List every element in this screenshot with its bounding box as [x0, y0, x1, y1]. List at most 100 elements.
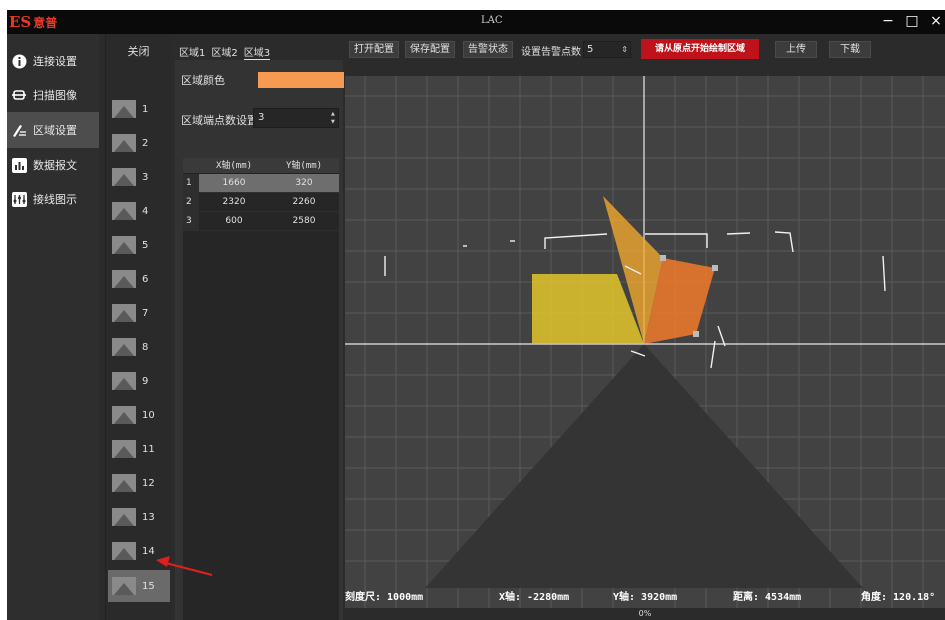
spin-up-icon[interactable]: ▲	[331, 111, 337, 117]
zone-number: 6	[142, 273, 149, 285]
column-header-y: Y轴(mm)	[285, 161, 323, 171]
zone-number: 5	[142, 239, 149, 251]
nav-item-label: 扫描图像	[33, 89, 77, 102]
row-index: 1	[183, 174, 199, 192]
zone-thumbnail	[112, 236, 136, 254]
zone-item-12[interactable]: 12	[108, 468, 170, 498]
zone-item-1[interactable]: 1	[108, 94, 170, 124]
blind-zone	[425, 344, 863, 588]
zone-thumbnail	[112, 542, 136, 560]
zone-thumbnail	[112, 372, 136, 390]
point-handle	[660, 255, 666, 261]
canvas-toolbar: 打开配置 保存配置 告警状态 设置告警点数 5 ⇕ 请从原点开始绘制区域 上传 …	[345, 34, 945, 62]
zone-thumbnail	[112, 168, 136, 186]
download-button[interactable]: 下载	[829, 41, 871, 58]
zone-item-2[interactable]: 2	[108, 128, 170, 158]
table-row[interactable]: 3 600 2580	[183, 212, 339, 231]
zone-item-11[interactable]: 11	[108, 434, 170, 464]
tab-region-1[interactable]: 区域1	[179, 44, 205, 60]
nav-item-label: 接线图示	[33, 193, 77, 206]
app-logo: ES 意普	[9, 10, 57, 34]
zone-thumbnail	[112, 202, 136, 220]
zones-close-button[interactable]: 关闭	[106, 38, 171, 66]
zone-item-15[interactable]: 15	[108, 570, 170, 602]
zone-number: 2	[142, 137, 149, 149]
zone-item-13[interactable]: 13	[108, 502, 170, 532]
minimize-button[interactable]: −	[881, 12, 895, 30]
table-header: X轴(mm) Y轴(mm)	[183, 158, 339, 174]
zone-item-10[interactable]: 10	[108, 400, 170, 430]
nav-item-connection[interactable]: 连接设置	[7, 44, 99, 78]
tab-region-2[interactable]: 区域2	[211, 44, 237, 60]
zone-thumbnail	[112, 304, 136, 322]
app-window: ES 意普 LAC − □ × 连接设置 扫描图像 区域设置 数据报文 接线图示…	[7, 10, 945, 620]
nav-item-data-message[interactable]: 数据报文	[7, 148, 99, 182]
zone-item-9[interactable]: 9	[108, 366, 170, 396]
table-corner	[183, 158, 199, 173]
zone-item-3[interactable]: 3	[108, 162, 170, 192]
zone-number: 13	[142, 511, 155, 523]
nav-item-wiring-diagram[interactable]: 接线图示	[7, 182, 99, 216]
region-points-label: 区域端点数设置	[181, 114, 258, 127]
zone-number: 1	[142, 103, 149, 115]
region-points-table: X轴(mm) Y轴(mm) 1 1660 320 2 2320 2260 3 6…	[183, 158, 339, 620]
zone-thumbnail	[112, 338, 136, 356]
spin-down-icon[interactable]: ▼	[331, 119, 337, 125]
cell-y[interactable]: 2580	[269, 212, 339, 230]
region-points-value: 3	[258, 112, 265, 123]
zone-thumbnail	[112, 474, 136, 492]
zone-item-5[interactable]: 5	[108, 230, 170, 260]
scale-readout: 刻度尺: 1000mm	[345, 592, 424, 603]
spin-arrows[interactable]: ▲ ▼	[331, 111, 337, 125]
nav-item-region-settings[interactable]: 区域设置	[7, 112, 99, 148]
cell-y[interactable]: 2260	[269, 193, 339, 211]
close-button[interactable]: ×	[929, 12, 943, 30]
region-config-panel: 区域1 区域2 区域3 区域颜色 区域端点数设置 3 ▲ ▼ X轴(mm) Y轴…	[175, 34, 344, 620]
wiring-icon	[11, 191, 27, 207]
title-bar: ES 意普 LAC − □ ×	[7, 10, 945, 34]
region-points-spinbox[interactable]: 3 ▲ ▼	[253, 108, 339, 128]
alarm-points-spinbox[interactable]: 5 ⇕	[583, 41, 631, 58]
open-config-button[interactable]: 打开配置	[349, 41, 399, 58]
zone-number: 4	[142, 205, 149, 217]
distance-readout: 距离: 4534mm	[733, 592, 802, 603]
point-handle	[712, 265, 718, 271]
zone-item-4[interactable]: 4	[108, 196, 170, 226]
zone-number: 15	[142, 580, 155, 592]
zone-thumbnail	[112, 440, 136, 458]
zone-thumbnail	[112, 406, 136, 424]
cell-x[interactable]: 1660	[199, 174, 269, 192]
cell-y[interactable]: 320	[269, 174, 339, 192]
table-row[interactable]: 1 1660 320	[183, 174, 339, 193]
alarm-status-button[interactable]: 告警状态	[463, 41, 513, 58]
scan-plot	[345, 76, 945, 608]
zone-thumbnail	[112, 100, 136, 118]
zone-item-14[interactable]: 14	[108, 536, 170, 566]
cell-x[interactable]: 2320	[199, 193, 269, 211]
region-color-label: 区域颜色	[181, 74, 225, 87]
zone-number: 9	[142, 375, 149, 387]
zone-number: 11	[142, 443, 155, 455]
sidebar-nav: 连接设置 扫描图像 区域设置 数据报文 接线图示	[7, 34, 99, 620]
zone-shape-1	[532, 274, 644, 344]
draw-region-button[interactable]: 请从原点开始绘制区域	[641, 39, 759, 59]
save-config-button[interactable]: 保存配置	[405, 41, 455, 58]
zone-item-8[interactable]: 8	[108, 332, 170, 362]
spin-arrows-icon[interactable]: ⇕	[621, 42, 628, 57]
zone-item-6[interactable]: 6	[108, 264, 170, 294]
alarm-points-label: 设置告警点数	[521, 47, 581, 58]
scan-canvas[interactable]: 刻度尺: 1000mm X轴: -2280mm Y轴: 3920mm 距离: 4…	[345, 76, 945, 608]
zone-thumbnail	[112, 508, 136, 526]
upload-button[interactable]: 上传	[775, 41, 817, 58]
table-row[interactable]: 2 2320 2260	[183, 193, 339, 212]
window-title: LAC	[481, 15, 503, 26]
nav-item-scan-image[interactable]: 扫描图像	[7, 78, 99, 112]
zone-thumbnail	[112, 134, 136, 152]
region-color-picker[interactable]	[258, 72, 344, 88]
maximize-button[interactable]: □	[905, 12, 919, 30]
zone-list: 关闭 1 2 3 4 5 6 7 8 9 10 11 12 13 14 15	[105, 34, 171, 620]
zone-item-7[interactable]: 7	[108, 298, 170, 328]
tab-region-3[interactable]: 区域3	[243, 44, 271, 60]
scan-icon	[11, 87, 27, 103]
cell-x[interactable]: 600	[199, 212, 269, 230]
